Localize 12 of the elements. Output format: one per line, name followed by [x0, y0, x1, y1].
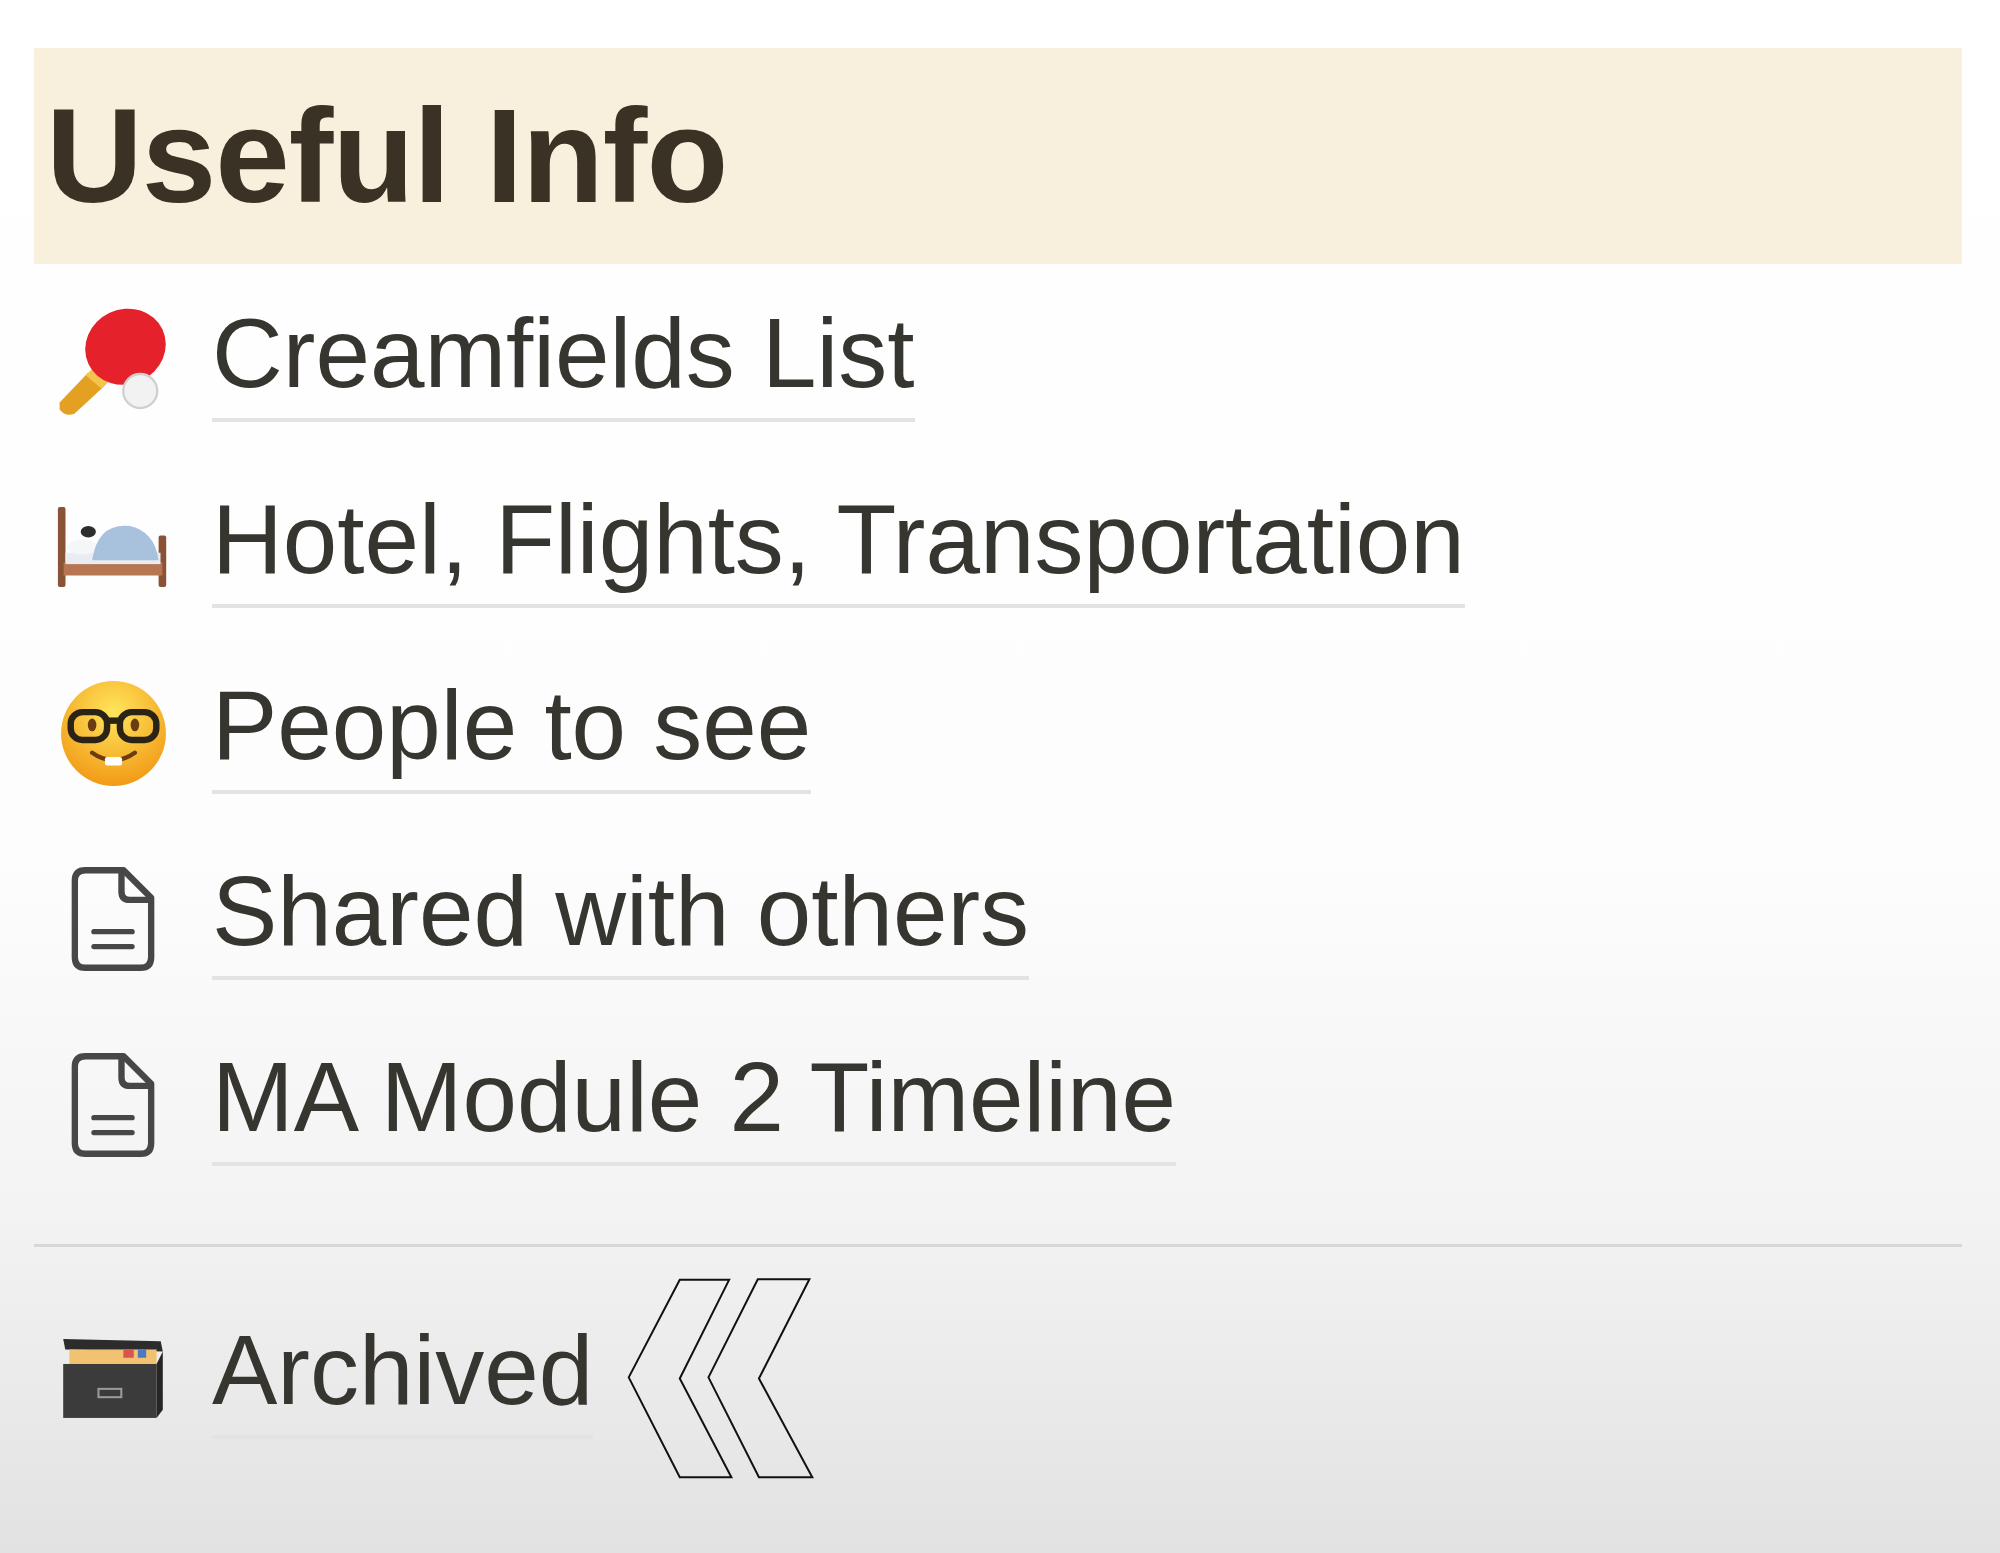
- nerd-face-icon: [59, 679, 167, 787]
- double-chevron-icon: [627, 1277, 815, 1479]
- page-heading: Useful Info: [34, 48, 1962, 264]
- page-icon: [70, 866, 156, 972]
- page-link[interactable]: People to see: [212, 672, 812, 794]
- page-link[interactable]: Shared with others: [212, 858, 1030, 980]
- page-link[interactable]: MA Module 2 Timeline: [212, 1044, 1177, 1166]
- card-file-box-icon: [61, 1336, 165, 1420]
- page-icon: [70, 1052, 156, 1158]
- page-link[interactable]: Archived: [212, 1317, 594, 1439]
- page-link[interactable]: Creamfields List: [212, 300, 915, 422]
- page-link[interactable]: Hotel, Flights, Transportation: [212, 486, 1465, 608]
